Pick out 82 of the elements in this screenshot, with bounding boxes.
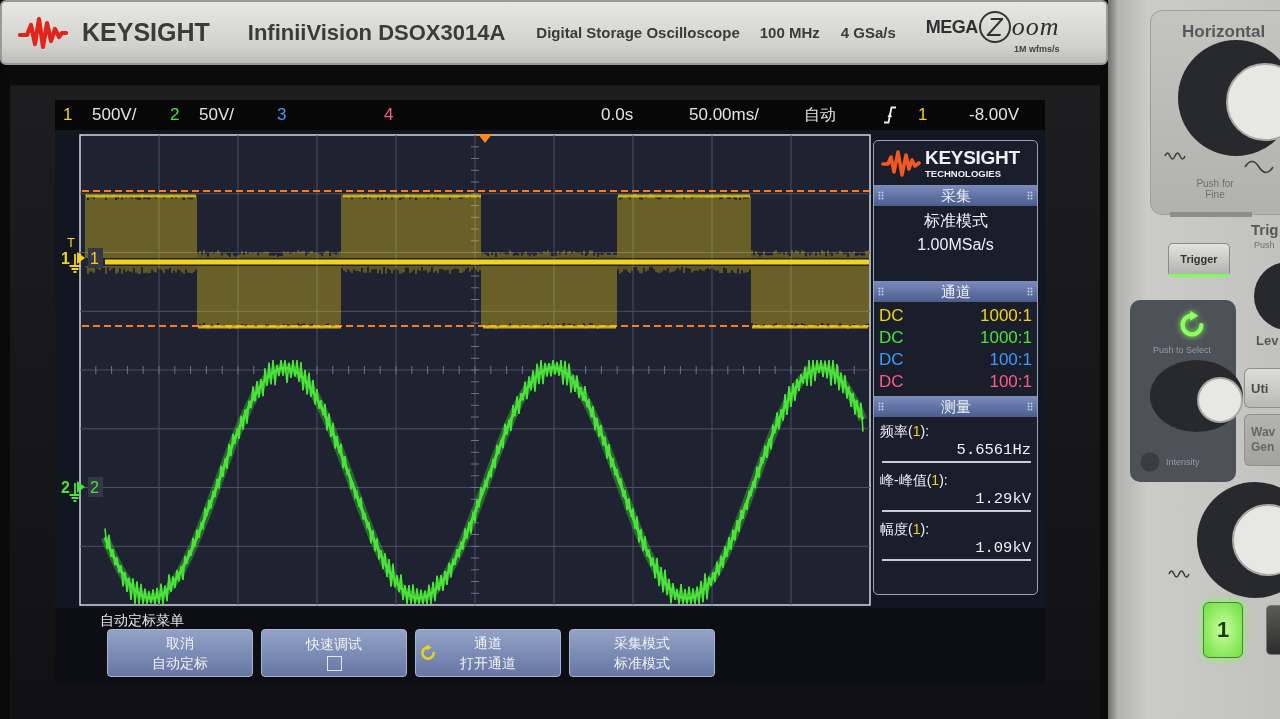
channel-number: 4 [384, 105, 395, 125]
channel-scale: 500V/ [92, 105, 137, 125]
model-name: InfiniiVision DSOX3014A [247, 19, 506, 46]
trigger-level-marker: T [67, 235, 75, 250]
grip-icon [878, 191, 884, 200]
section-title: 测量 [940, 397, 971, 417]
knob[interactable] [1178, 40, 1280, 156]
waveform-logo-icon [881, 149, 921, 177]
ground-arrow-icon [68, 252, 85, 273]
softkey[interactable]: 通道 打开通道 [415, 629, 561, 677]
coupling-label: DC [879, 306, 904, 326]
checkbox[interactable] [326, 655, 342, 671]
softkey[interactable]: 取消 自动定标 [107, 629, 253, 677]
grip-icon [878, 402, 884, 411]
sine-wave-icon [1168, 568, 1190, 580]
time-delay: 0.0s [601, 105, 635, 125]
coupling-label: DC [879, 350, 904, 370]
trigger-source: 1 [918, 105, 929, 125]
measurement-value: 1.29kV [975, 489, 1031, 510]
rising-edge-icon [883, 106, 897, 124]
section-title: 通道 [940, 282, 971, 302]
megazoom-caption: 1M wfms/s [1014, 44, 1060, 54]
measurement-label: 幅度(1): [880, 520, 931, 538]
probe-ratio: 100:1 [989, 372, 1032, 392]
brand-name: KEYSIGHT [82, 18, 210, 47]
sine-wave-icon [1244, 160, 1274, 174]
acquisition-mode: 标准模式 [923, 211, 988, 231]
intensity-label: Intensity [1166, 457, 1200, 467]
channel-number: 1 [63, 105, 74, 125]
channel-number: 2 [61, 479, 70, 496]
channel-scale: 50V/ [199, 105, 234, 125]
probe-ratio: 1000:1 [980, 328, 1032, 348]
section-label: Lev [1256, 333, 1279, 348]
channel-label: 2 [88, 477, 103, 497]
push-hint: Push to Select [1153, 345, 1212, 355]
grip-icon [1027, 287, 1033, 296]
measurement-value: 1.09kV [975, 538, 1031, 559]
coupling-label: DC [879, 328, 904, 348]
trigger-button[interactable]: Trigger [1168, 243, 1230, 277]
channel-number: 1 [61, 250, 70, 267]
knob[interactable] [1254, 262, 1280, 330]
channel-label: 1 [88, 248, 103, 268]
knob[interactable] [1150, 360, 1243, 432]
grip-icon [878, 287, 884, 296]
section-label: Horizontal [1182, 22, 1266, 42]
softkey[interactable]: 快速调试 [261, 629, 407, 677]
measurement-label: 频率(1): [880, 422, 931, 440]
triangle-marker-icon [478, 134, 492, 143]
panel-key[interactable] [1266, 605, 1280, 655]
section-label: Trig [1251, 221, 1279, 238]
ground-arrow-icon [68, 481, 85, 502]
grip-icon [1027, 191, 1033, 200]
rotate-arrow-icon [419, 644, 437, 662]
bandwidth-label: 100 MHz [759, 24, 820, 41]
sample-rate: 1.00MSa/s [917, 236, 994, 254]
channel-number: 2 [170, 105, 181, 125]
softkey[interactable]: 采集模式 标准模式 [569, 629, 715, 677]
megazoom-logo: MEGA Z oom [925, 11, 1060, 43]
measurement-label: 峰-峰值(1): [880, 471, 949, 489]
probe-ratio: 100:1 [989, 350, 1032, 370]
sine-wave-icon [1164, 150, 1186, 162]
product-description: Digital Storage Oscilloscope [536, 24, 740, 41]
sample-rate-label: 4 GSa/s [840, 24, 896, 41]
probe-ratio: 1000:1 [980, 306, 1032, 326]
section-title: 采集 [940, 186, 971, 206]
brand-tagline: TECHNOLOGIES [925, 168, 1002, 179]
coupling-label: DC [879, 372, 904, 392]
push-hint: Push for Fine [1195, 178, 1235, 200]
panel-button[interactable]: Wav Gen [1244, 414, 1280, 466]
waveform-logo-icon [18, 15, 68, 50]
push-hint: Push [1254, 240, 1275, 251]
channel-number: 3 [277, 105, 288, 125]
menu-title: 自动定标菜单 [100, 612, 184, 628]
panel-button[interactable]: Uti [1244, 368, 1280, 408]
time-scale: 50.00ms/ [689, 105, 760, 125]
trigger-mode: 自动 [804, 104, 837, 125]
trigger-level: -8.00V [969, 105, 1020, 125]
knob[interactable] [1195, 482, 1280, 598]
measurement-value: 5.6561Hz [956, 440, 1031, 461]
brand-name: KEYSIGHT [925, 147, 1020, 167]
channel-key[interactable]: 1 [1203, 602, 1243, 658]
grip-icon [1027, 402, 1033, 411]
